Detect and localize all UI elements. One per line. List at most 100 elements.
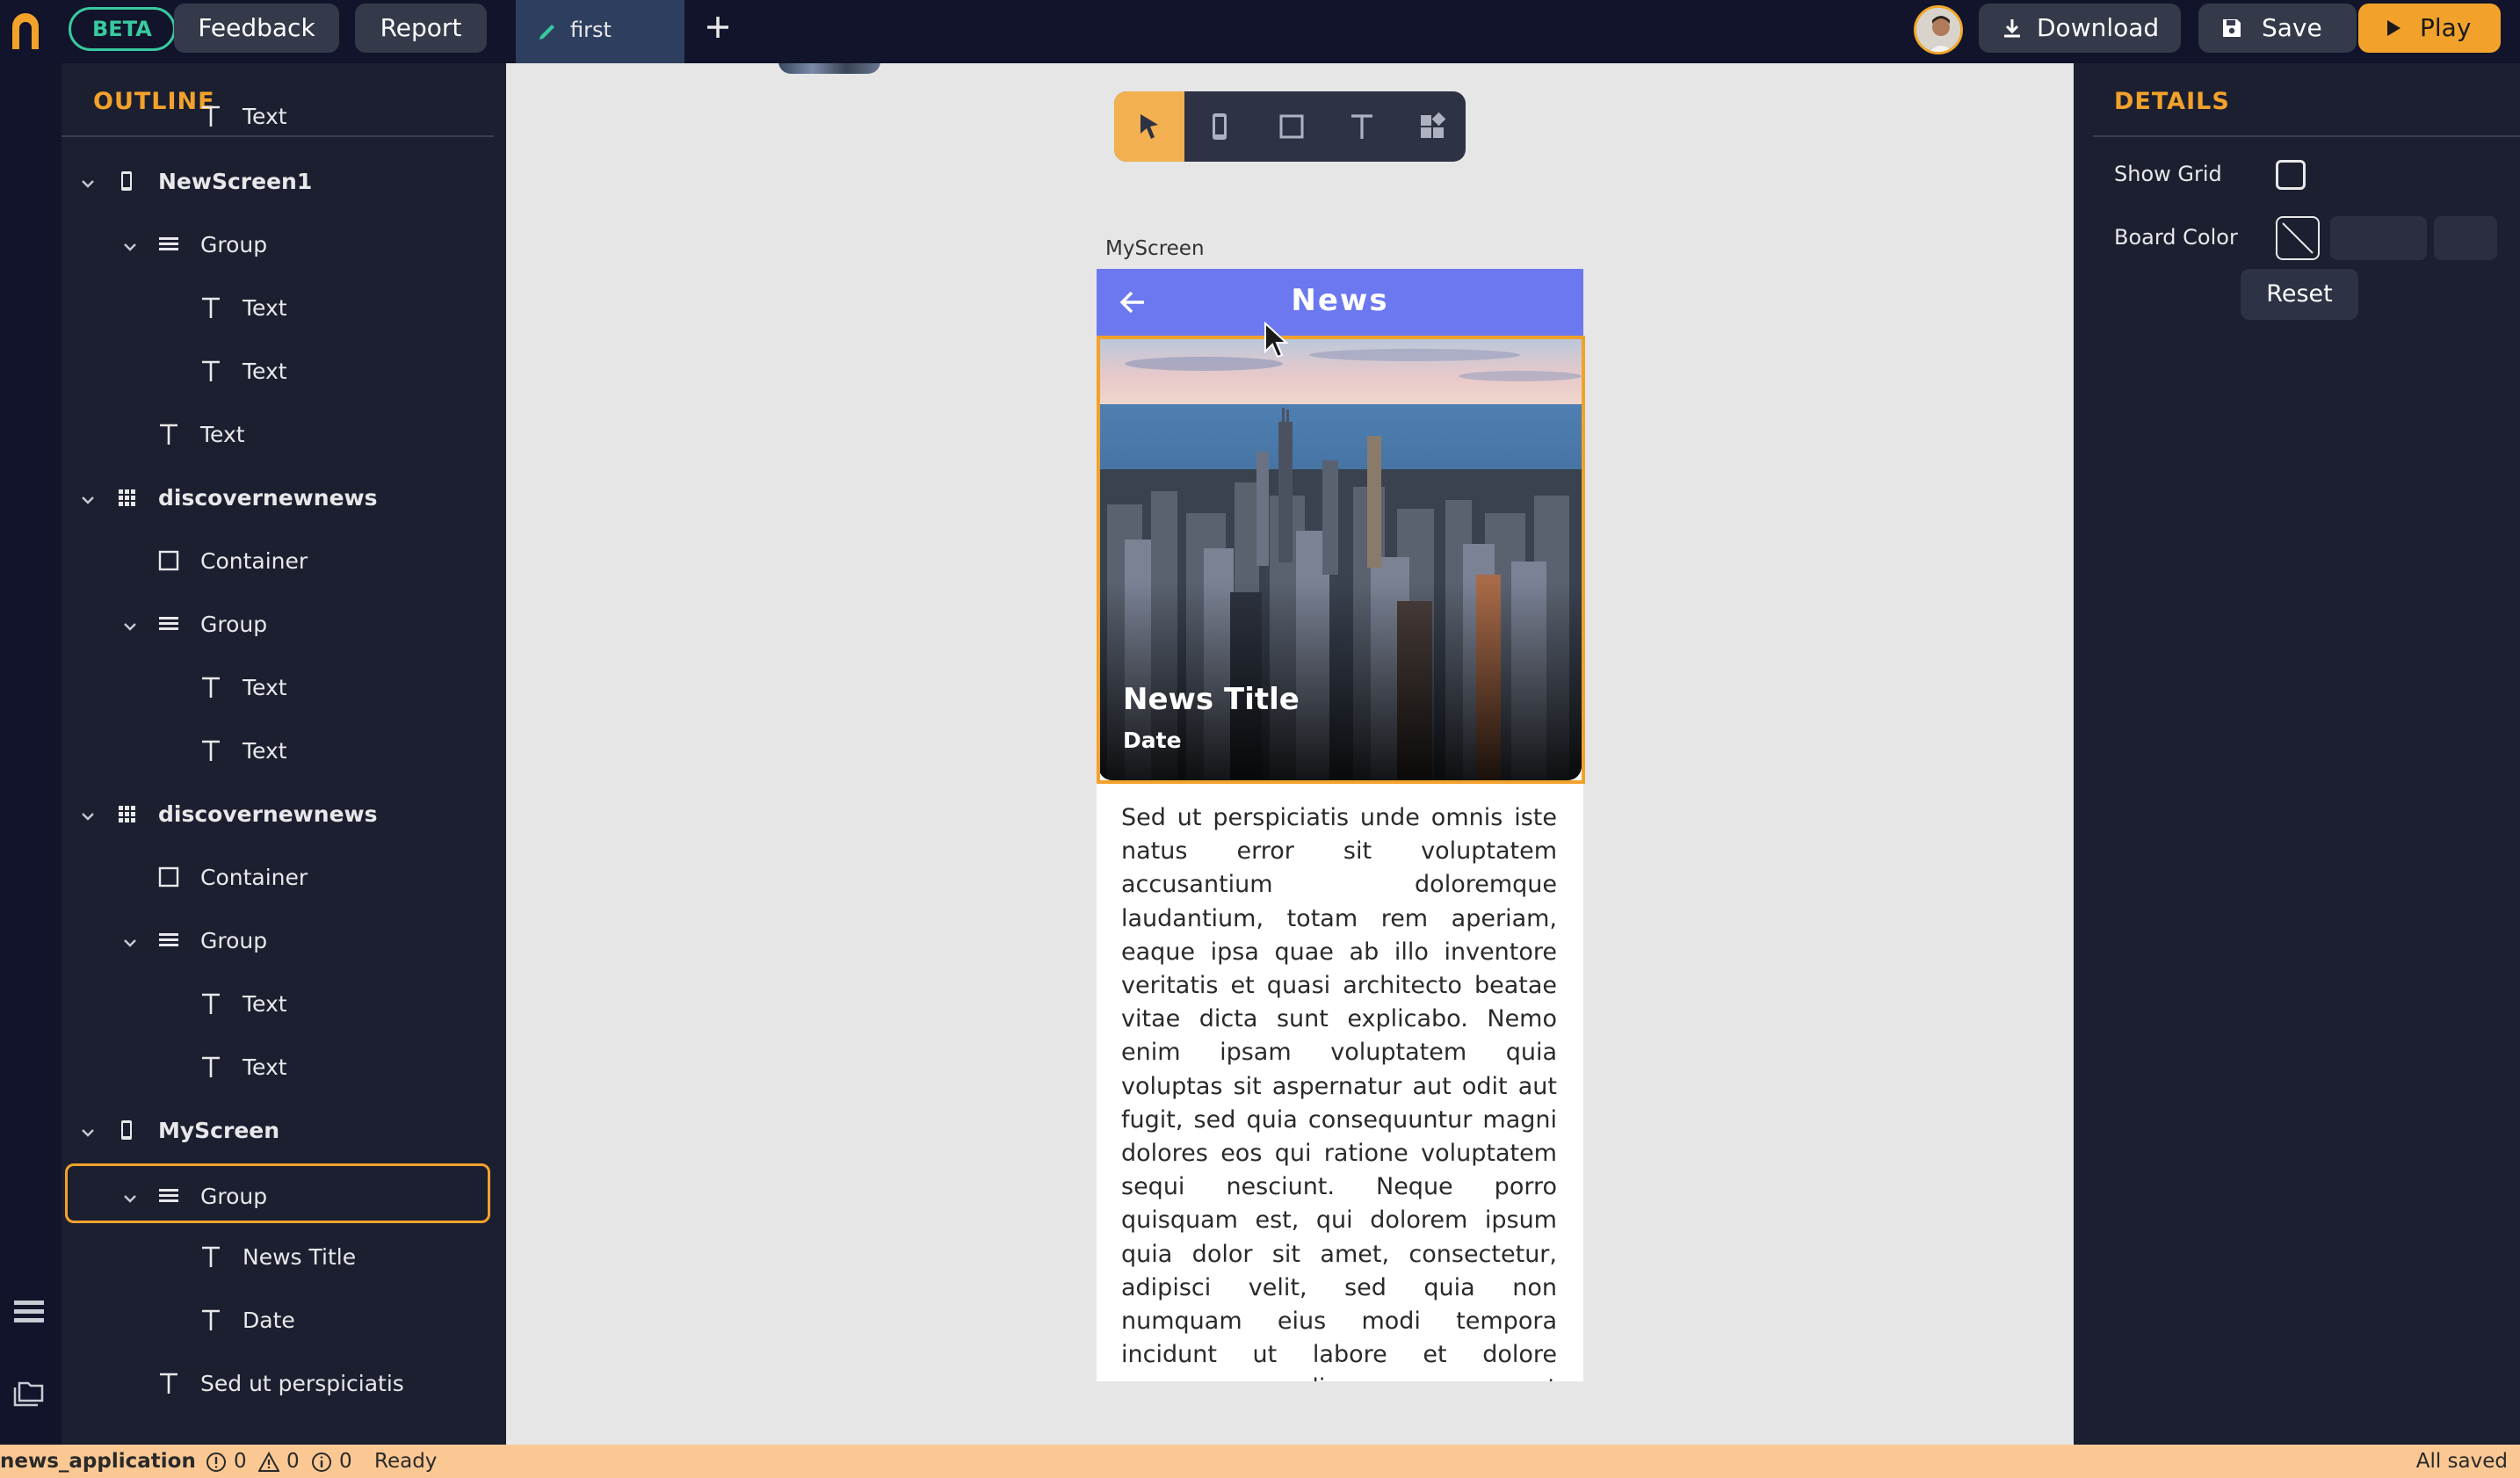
text-icon <box>199 359 223 383</box>
outline-item-text[interactable]: Text <box>62 974 494 1033</box>
outline-item-container[interactable]: Container <box>62 847 494 907</box>
grid-icon <box>114 485 139 510</box>
brush-icon <box>539 25 554 40</box>
news-hero-card[interactable]: News Title Date <box>1098 337 1582 780</box>
phone-tool-icon <box>1213 113 1227 140</box>
outline-item-group[interactable]: Group <box>62 214 494 274</box>
outline-item-newscreen1[interactable]: NewScreen1 <box>62 151 494 211</box>
details-divider <box>2093 135 2520 137</box>
outline-item-date[interactable]: Date <box>62 1290 494 1350</box>
chevron-down-icon[interactable] <box>121 931 139 949</box>
outline-item-label: Text <box>243 991 287 1017</box>
folders-icon[interactable] <box>12 1378 46 1408</box>
board-color-hex-input[interactable] <box>2330 216 2427 260</box>
outline-item-label: NewScreen1 <box>158 169 313 194</box>
group-icon <box>156 1184 181 1208</box>
outline-item-text[interactable]: Text <box>62 404 494 464</box>
app-bar[interactable]: News <box>1097 269 1583 336</box>
tab-label: first <box>570 18 612 42</box>
board-color-swatch[interactable] <box>2276 216 2320 260</box>
tab-first[interactable]: first <box>516 0 684 63</box>
outline-item-text[interactable]: Text <box>62 657 494 717</box>
phone-tool[interactable] <box>1184 91 1255 162</box>
user-avatar-icon <box>1916 8 1960 52</box>
chevron-down-icon[interactable] <box>121 1187 139 1205</box>
outline-item-text[interactable]: Text <box>62 86 494 146</box>
build-status: Ready <box>374 1450 438 1473</box>
outline-item-label: Text <box>243 295 287 321</box>
board-color-label: Board Color <box>2114 225 2238 250</box>
outline-item-sed-ut-perspiciatis[interactable]: Sed ut perspiciatis <box>62 1353 494 1413</box>
chevron-down-icon[interactable] <box>121 235 139 253</box>
outline-item-label: Text <box>243 1054 287 1080</box>
download-icon <box>2004 19 2020 38</box>
warning-icon[interactable] <box>258 1452 279 1473</box>
left-rail <box>0 63 62 1445</box>
beta-badge: BETA <box>69 7 176 51</box>
reset-button[interactable]: Reset <box>2241 269 2358 320</box>
project-name[interactable]: news_application <box>0 1450 196 1473</box>
add-tab-icon[interactable] <box>703 12 733 42</box>
outline-item-label: Text <box>243 738 287 764</box>
play-button[interactable]: Play <box>2358 4 2501 53</box>
outline-item-myscreen[interactable]: MyScreen <box>62 1100 494 1160</box>
phone-screen-myscreen[interactable]: News News Title Date Sed ut perspiciatis… <box>1097 269 1583 1381</box>
outline-item-discovernewnews[interactable]: discovernewnews <box>62 784 494 844</box>
outline-item-group[interactable]: Group <box>65 1163 490 1223</box>
download-button[interactable]: Download <box>1979 4 2181 53</box>
text-tool[interactable] <box>1325 91 1395 162</box>
status-bar: news_application 0 0 0 Ready All saved <box>0 1445 2520 1478</box>
news-title-text[interactable]: News Title <box>1123 682 1300 717</box>
outline-item-group[interactable]: Group <box>62 910 494 970</box>
outline-item-discovernewnews[interactable]: discovernewnews <box>62 467 494 527</box>
article-body-text[interactable]: Sed ut perspiciatis unde omnis iste natu… <box>1121 801 1557 1381</box>
app-logo-icon[interactable] <box>9 12 42 51</box>
feedback-button[interactable]: Feedback <box>174 4 339 53</box>
design-canvas[interactable]: MyScreen News News Title Date Sed ut per… <box>506 63 2074 1445</box>
text-icon <box>199 738 223 763</box>
show-grid-checkbox[interactable] <box>2276 160 2306 190</box>
outline-item-label: Container <box>200 865 308 890</box>
outline-item-container[interactable]: Container <box>62 531 494 590</box>
outline-item-group[interactable]: Group <box>62 594 494 654</box>
text-tool-icon <box>1351 114 1372 139</box>
outline-item-text[interactable]: Text <box>62 1037 494 1097</box>
outline-item-label: Date <box>243 1308 295 1333</box>
text-icon <box>199 1244 223 1269</box>
error-icon[interactable] <box>206 1452 227 1473</box>
layers-icon[interactable] <box>12 1297 46 1327</box>
board-color-alpha-input[interactable] <box>2434 216 2497 260</box>
text-icon <box>199 295 223 320</box>
info-count: 0 <box>339 1450 352 1473</box>
text-icon <box>199 675 223 699</box>
outline-item-text[interactable]: Text <box>62 721 494 780</box>
widgets-tool[interactable] <box>1395 91 1466 162</box>
chevron-down-icon[interactable] <box>79 489 97 506</box>
chevron-down-icon[interactable] <box>121 615 139 633</box>
select-tool[interactable] <box>1114 91 1184 162</box>
save-button[interactable]: Save <box>2198 4 2357 53</box>
save-status: All saved <box>2415 1450 2508 1473</box>
widgets-tool-icon <box>1421 112 1446 138</box>
news-date-text[interactable]: Date <box>1123 728 1182 753</box>
info-icon[interactable] <box>311 1452 332 1473</box>
text-icon <box>199 104 223 128</box>
report-button[interactable]: Report <box>355 4 487 53</box>
play-icon <box>2387 20 2401 36</box>
outline-item-text[interactable]: Text <box>62 341 494 401</box>
text-icon <box>199 1308 223 1332</box>
details-title: DETAILS <box>2114 88 2230 115</box>
chevron-down-icon[interactable] <box>79 805 97 822</box>
container-tool[interactable] <box>1255 91 1325 162</box>
outline-item-text[interactable]: Text <box>62 278 494 337</box>
group-icon <box>156 928 181 953</box>
text-icon <box>156 1371 181 1395</box>
avatar[interactable] <box>1914 5 1963 54</box>
outline-item-news-title[interactable]: News Title <box>62 1227 494 1286</box>
chevron-down-icon[interactable] <box>79 1121 97 1139</box>
group-icon <box>156 232 181 257</box>
text-icon <box>199 991 223 1016</box>
chevron-down-icon[interactable] <box>79 172 97 190</box>
mouse-cursor-icon <box>1264 322 1289 359</box>
outline-item-label: discovernewnews <box>158 801 378 827</box>
